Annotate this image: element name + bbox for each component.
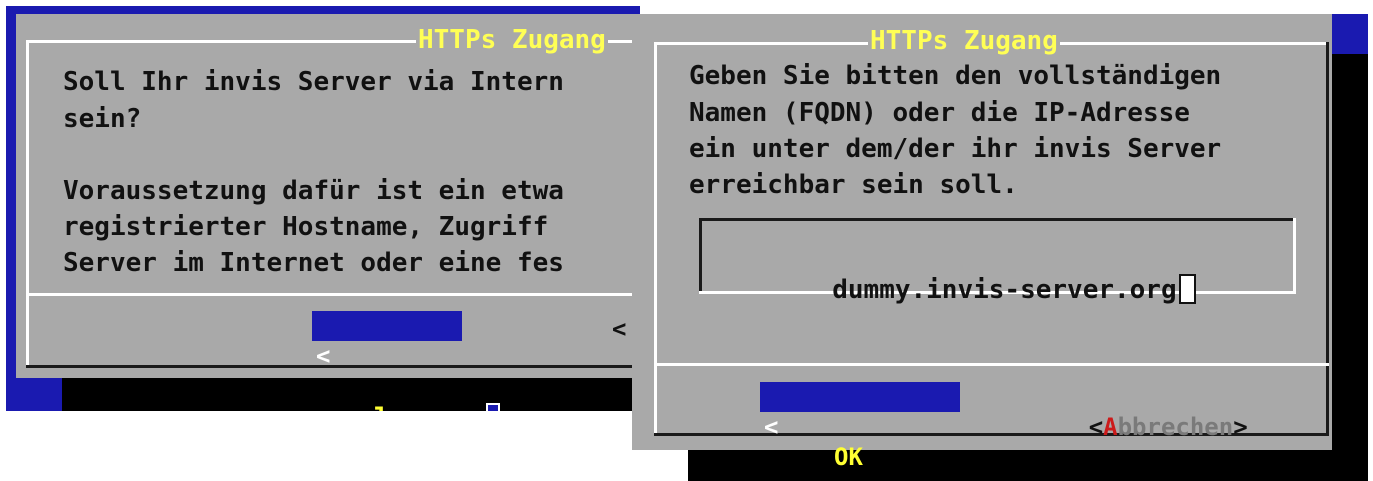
cancel-hotkey: A (1103, 413, 1118, 441)
left-dialog-line-6: Server im Internet oder eine fes (63, 248, 564, 278)
ok-label: OK (834, 443, 863, 471)
ok-button[interactable]: < OK > (760, 382, 960, 481)
no-button-partial[interactable]: < (612, 314, 626, 344)
hostname-input-field[interactable]: dummy.invis-server.org (699, 218, 1296, 305)
ja-cursor (370, 371, 500, 411)
right-dialog-side-shadow (1332, 54, 1368, 481)
right-terminal-screen: HTTPs Zugang Geben Sie bitten den vollst… (632, 14, 1368, 481)
hostname-input-value: dummy.invis-server.org (832, 275, 1177, 305)
left-dialog-title: HTTPs Zugang (416, 25, 608, 55)
left-dialog-line-5: registrierter Hostname, Zugriff (63, 212, 564, 242)
left-dialog-line-4: Voraussetzung dafür ist ein etwa (63, 176, 564, 206)
right-dialog-title: HTTPs Zugang (868, 26, 1060, 56)
right-dialog-line-1: Geben Sie bitten den vollständigen (689, 61, 1222, 91)
yes-hotkey: J (371, 401, 385, 411)
right-dialog-line-3: ein unter dem/der ihr invis Server (689, 134, 1222, 164)
text-cursor (1178, 274, 1196, 304)
right-dialog-line-4: erreichbar sein soll. (689, 170, 1018, 200)
yes-button[interactable]: < J a > (312, 311, 500, 411)
cancel-button[interactable]: <Abbrechen> (1002, 382, 1248, 441)
cancel-label-rest: bbrechen (1117, 413, 1234, 441)
left-terminal-screen: HTTPs Zugang Soll Ihr invis Server via I… (6, 6, 640, 411)
right-dialog: HTTPs Zugang Geben Sie bitten den vollst… (632, 14, 1332, 481)
left-dialog-line-1: Soll Ihr invis Server via Intern (63, 67, 564, 97)
left-dialog: HTTPs Zugang Soll Ihr invis Server via I… (16, 14, 640, 411)
left-dialog-line-2: sein? (63, 104, 142, 134)
right-dialog-line-2: Namen (FQDN) oder die IP-Adresse (689, 98, 1190, 128)
